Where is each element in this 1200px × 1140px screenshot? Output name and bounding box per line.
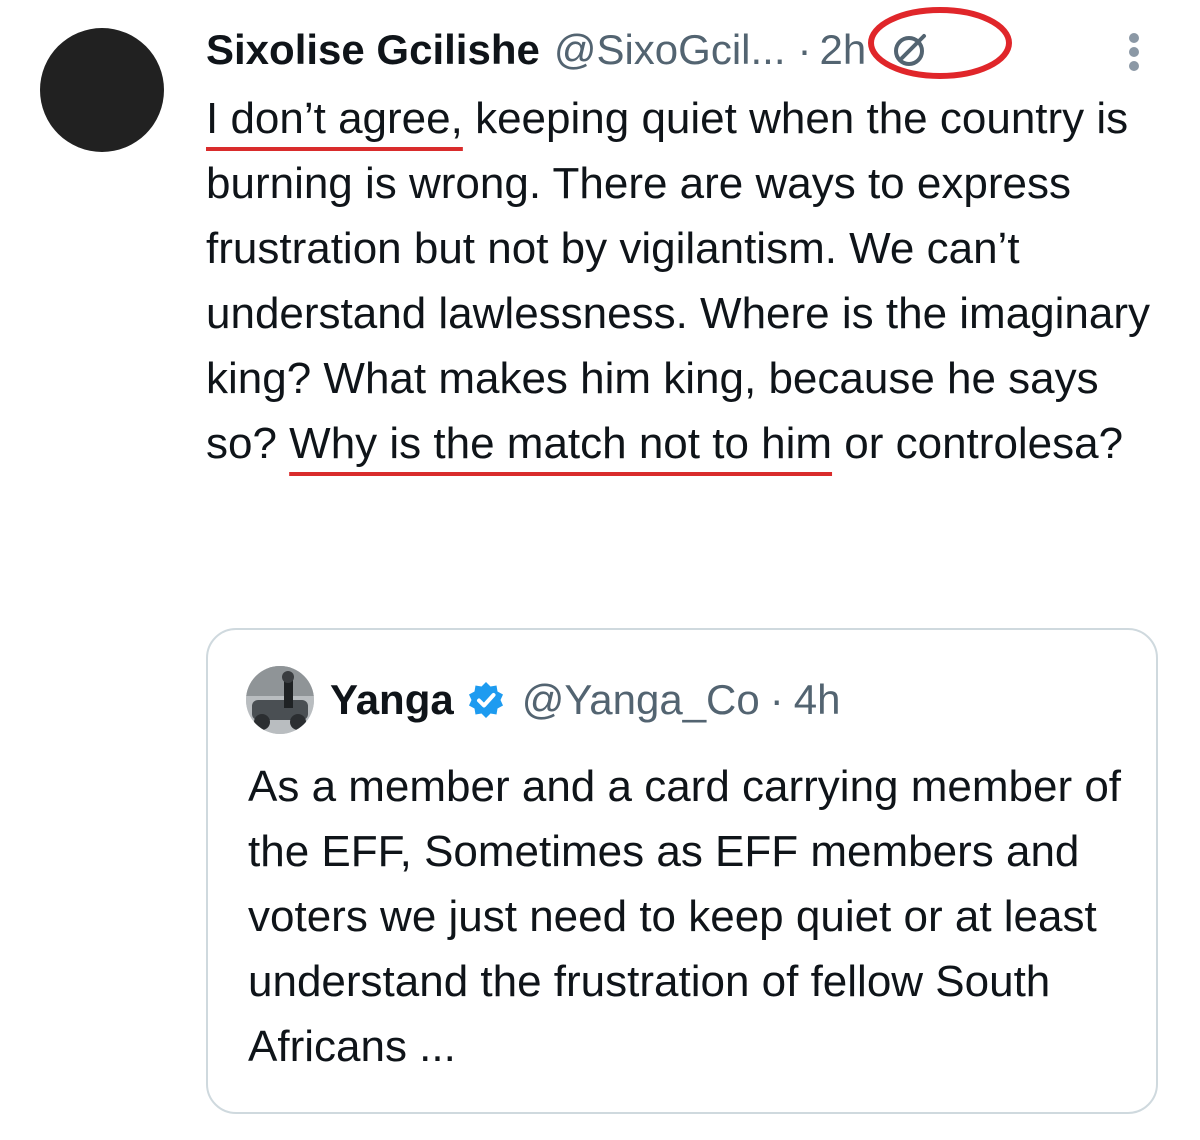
tweet-text: I don’t agree, keeping quiet when the co… <box>206 86 1166 476</box>
author-avatar[interactable] <box>40 28 164 152</box>
quote-text: As a member and a card carrying member o… <box>248 762 1122 1071</box>
quote-timestamp[interactable]: 4h <box>794 674 841 726</box>
tweet-text-part: keeping quiet when the country is burnin… <box>206 94 1151 468</box>
author-handle[interactable]: @SixoGcil... <box>554 24 786 76</box>
quote-author-handle[interactable]: @Yanga_Co <box>522 674 760 726</box>
quote-header: Yanga @Yanga_Co · 4h <box>330 674 840 726</box>
underlined-phrase: I don’t agree, <box>206 94 463 143</box>
quoted-tweet[interactable]: Yanga @Yanga_Co · 4h As a member and a c… <box>206 628 1158 1114</box>
tweet-text-part: or controlesa? <box>832 419 1124 468</box>
header-separator: · <box>797 26 812 73</box>
more-vertical-icon[interactable] <box>1120 30 1148 74</box>
quote-separator: · <box>769 676 784 723</box>
tweet-header: Sixolise Gcilishe @SixoGcil... · 2h <box>206 24 930 76</box>
quote-author-avatar[interactable] <box>246 666 314 734</box>
quote-author-name[interactable]: Yanga <box>330 674 454 726</box>
grok-icon[interactable] <box>890 30 930 70</box>
tweet-timestamp[interactable]: 2h <box>820 24 867 76</box>
author-name[interactable]: Sixolise Gcilishe <box>206 24 540 76</box>
underlined-phrase: Why is the match not to him <box>289 419 833 468</box>
verified-badge-icon <box>466 680 506 720</box>
